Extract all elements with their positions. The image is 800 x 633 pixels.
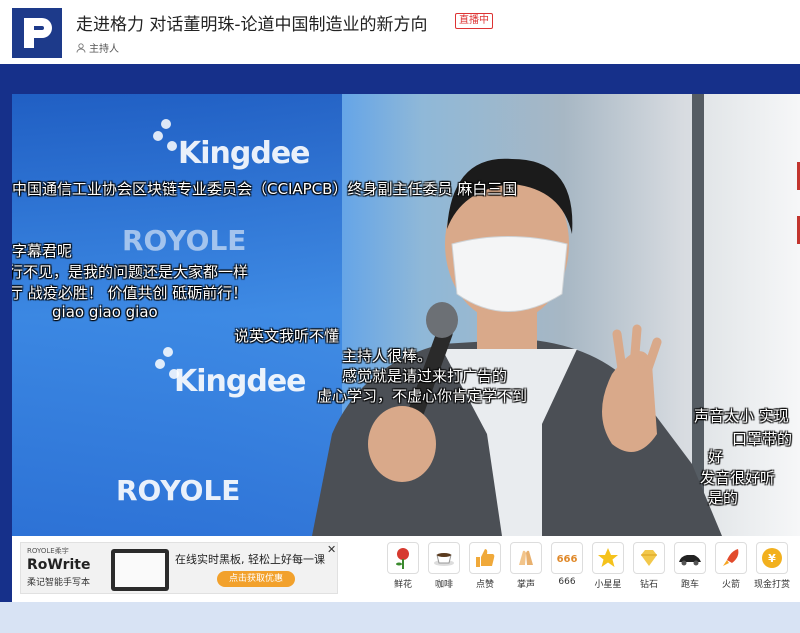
- tablet-image: [111, 549, 169, 591]
- live-status-badge: 直播中: [455, 13, 493, 29]
- danmaku-comment: 字幕君呢: [12, 242, 73, 260]
- gift-like[interactable]: 点赞: [467, 542, 503, 590]
- flower-icon: [396, 548, 409, 569]
- danmaku-comment: 厅 战疫必胜！ 价值共创 砥砺前行！: [12, 284, 248, 302]
- gift-666[interactable]: 666 666: [549, 542, 585, 587]
- player-bottom-bar: ROYOLE柔宇 RoWrite 柔记智能手写本 在线实时黑板, 轻松上好每一课…: [12, 536, 800, 602]
- host-label: 主持人: [89, 44, 119, 55]
- page-title: 走进格力 对话董明珠-论道中国制造业的新方向: [76, 15, 428, 35]
- thumbs-up-icon: [476, 549, 495, 567]
- svg-text:666: 666: [557, 554, 578, 565]
- ad-banner[interactable]: ROYOLE柔宇 RoWrite 柔记智能手写本 在线实时黑板, 轻松上好每一课…: [20, 542, 338, 594]
- gift-star[interactable]: 小星星: [590, 542, 626, 590]
- danmaku-comment: 说英文我听不懂: [234, 327, 340, 345]
- danmaku-comment: 中国通信工业协会区块链专业委员会（CCIAPCB）终身副主任委员 麻白三国: [12, 180, 518, 198]
- page-header: 走进格力 对话董明珠-论道中国制造业的新方向 直播中 主持人: [0, 0, 800, 62]
- danmaku-comment: 虚心学习，不虚心你肯定学不到: [317, 387, 528, 405]
- coin-icon: ¥: [762, 548, 782, 568]
- gift-flower[interactable]: 鲜花: [385, 542, 421, 590]
- brand-kingdee-middle: Kingdee: [174, 364, 307, 399]
- diamond-icon: [641, 550, 657, 566]
- ad-headline: 在线实时黑板, 轻松上好每一课: [175, 553, 325, 566]
- page-footer-strip: [0, 602, 800, 633]
- star-icon: [598, 548, 618, 567]
- ad-cta-button[interactable]: 点击获取优惠: [217, 571, 295, 587]
- gift-cash-tip[interactable]: ¥ 现金打赏: [754, 542, 790, 590]
- danmaku-comment: 主持人很棒。: [342, 347, 433, 365]
- ad-logo-text: ROYOLE柔宇: [27, 547, 69, 555]
- ad-subtitle: 柔记智能手写本: [27, 578, 91, 588]
- brand-royole-bottom: ROYOLE: [116, 474, 241, 507]
- channel-logo[interactable]: [12, 8, 62, 58]
- gift-diamond[interactable]: 钻石: [631, 542, 667, 590]
- brand-royole-top: ROYOLE: [122, 224, 247, 257]
- user-icon: [76, 42, 86, 53]
- danmaku-comment: 声音太小 实现: [694, 407, 789, 425]
- danmaku-comment: 是的: [708, 489, 739, 507]
- live-player[interactable]: Kingdee Kingdee ROYOLE ROYOLE 中国通信工业协会区块…: [12, 94, 800, 602]
- danmaku-comment: giao giao giao: [52, 303, 158, 321]
- svg-text:¥: ¥: [768, 552, 776, 565]
- video-stream[interactable]: Kingdee Kingdee ROYOLE ROYOLE 中国通信工业协会区块…: [12, 94, 800, 536]
- clapping-hands-icon: [519, 550, 533, 565]
- car-icon: [679, 555, 701, 566]
- coffee-icon: [434, 553, 454, 566]
- p-logo-icon: [12, 8, 62, 58]
- kingdee-mark-icon: [153, 119, 177, 151]
- gift-coffee[interactable]: 咖啡: [426, 542, 462, 590]
- ad-brand: RoWrite: [27, 557, 91, 573]
- danmaku-comment: 好: [708, 448, 724, 466]
- rocket-icon: [723, 549, 739, 566]
- danmaku-comment: 发音很好听: [700, 469, 776, 487]
- gift-sports-car[interactable]: 跑车: [672, 542, 708, 590]
- danmaku-comment: 行不见，是我的问题还是大家都一样: [12, 263, 249, 281]
- gift-rocket[interactable]: 火箭: [713, 542, 749, 590]
- danmaku-comment: 感觉就是请过来打广告的: [342, 367, 508, 385]
- brand-kingdee-top: Kingdee: [178, 136, 311, 171]
- danmaku-comment: 口罩带的: [732, 430, 793, 448]
- host-info[interactable]: 主持人: [76, 40, 119, 55]
- six-six-six-icon: 666: [557, 554, 578, 565]
- gift-applause[interactable]: 掌声: [508, 542, 544, 590]
- close-icon[interactable]: ✕: [327, 543, 336, 556]
